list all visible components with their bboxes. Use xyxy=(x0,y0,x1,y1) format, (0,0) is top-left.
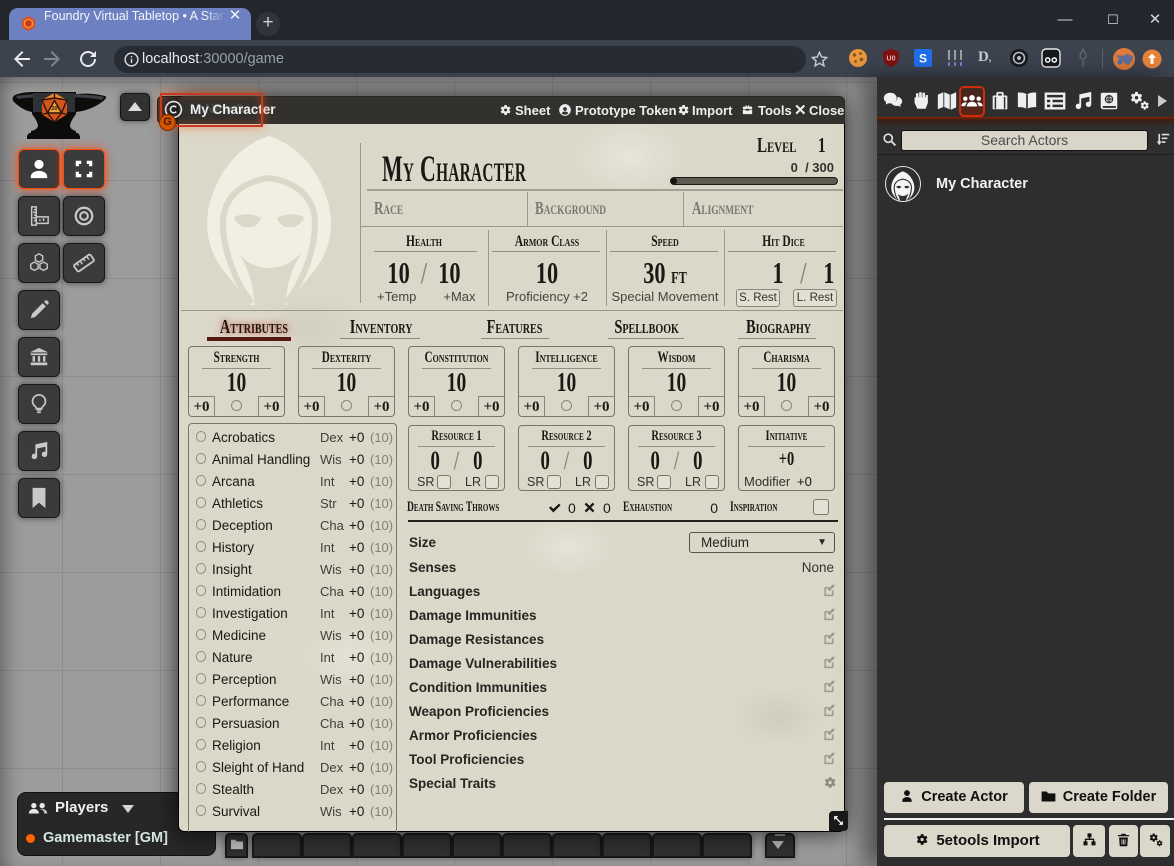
svg-text:20: 20 xyxy=(51,106,57,112)
svg-text:S: S xyxy=(919,52,927,66)
svg-text:U0: U0 xyxy=(887,56,896,63)
